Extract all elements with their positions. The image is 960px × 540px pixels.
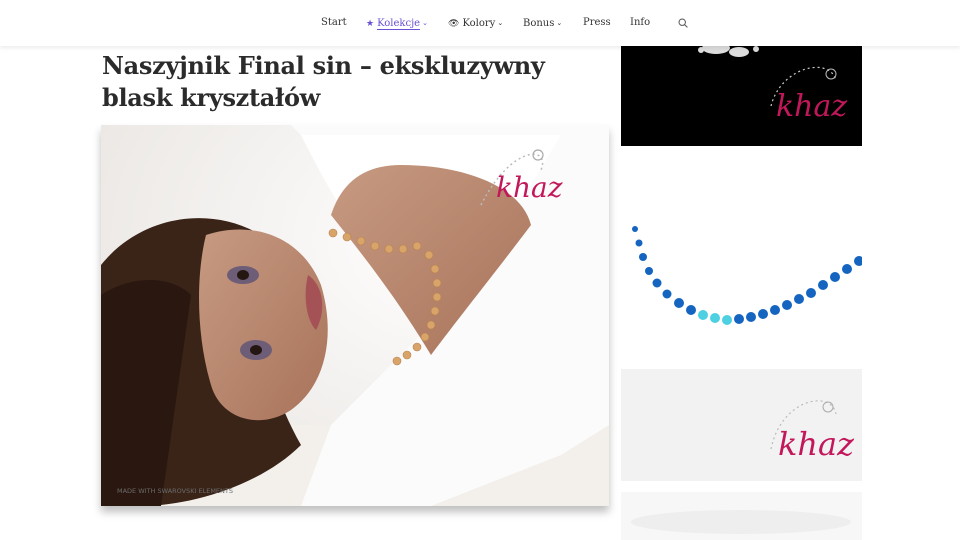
nav-item-press[interactable]: Press [583,16,611,34]
eye-icon: 👁 [448,19,460,29]
nav-item-info[interactable]: Info [630,16,650,34]
nav-item-bonus[interactable]: Bonus ⌄ [523,16,562,34]
nav-item-label: Info [630,17,651,28]
logo-text: khaz [776,89,847,124]
chevron-down-icon: ⌄ [556,19,563,27]
necklace-model-photo: khaz MADE WITH SWAROVSKI ELEMENTS [101,125,609,506]
nav-item-kolory[interactable]: 👁 Kolory ⌄ [448,16,503,34]
nav-item-kolekcje[interactable]: ★ Kolekcje ⌄ [366,16,428,34]
necklace-thumbnail-image [621,492,862,540]
logo-text: khaz [496,171,563,204]
nav-item-label: Press [583,17,611,28]
nav-item-label: Kolekcje [377,18,421,30]
image-caption: MADE WITH SWAROVSKI ELEMENTS [117,487,233,495]
chevron-down-icon: ⌄ [422,19,428,27]
chevron-down-icon: ⌄ [497,19,504,27]
nav-item-label: Kolory [462,18,496,29]
post-title: Naszyjnik Final sin – ekskluzywny blask … [102,51,545,112]
search-icon[interactable] [678,18,688,28]
main-product-image[interactable]: khaz MADE WITH SWAROVSKI ELEMENTS [101,125,609,506]
logo-text: khaz [778,425,855,463]
star-icon: ★ [366,19,375,29]
sidebar-thumbnail[interactable] [621,492,862,540]
necklace-thumbnail-image: khaz [621,46,862,146]
nav-item-label: Bonus [523,18,555,29]
nav-item-label: Start [321,17,347,28]
sidebar-thumbnail[interactable]: khaz [621,46,862,146]
sidebar-thumbnail[interactable]: khaz [621,159,862,481]
nav-item-start[interactable]: Start [321,16,347,34]
top-navigation: Start ★ Kolekcje ⌄ 👁 Kolory ⌄ Bonus ⌄ Press I… [0,0,960,46]
blue-necklace-thumbnail-image: khaz [621,159,862,481]
